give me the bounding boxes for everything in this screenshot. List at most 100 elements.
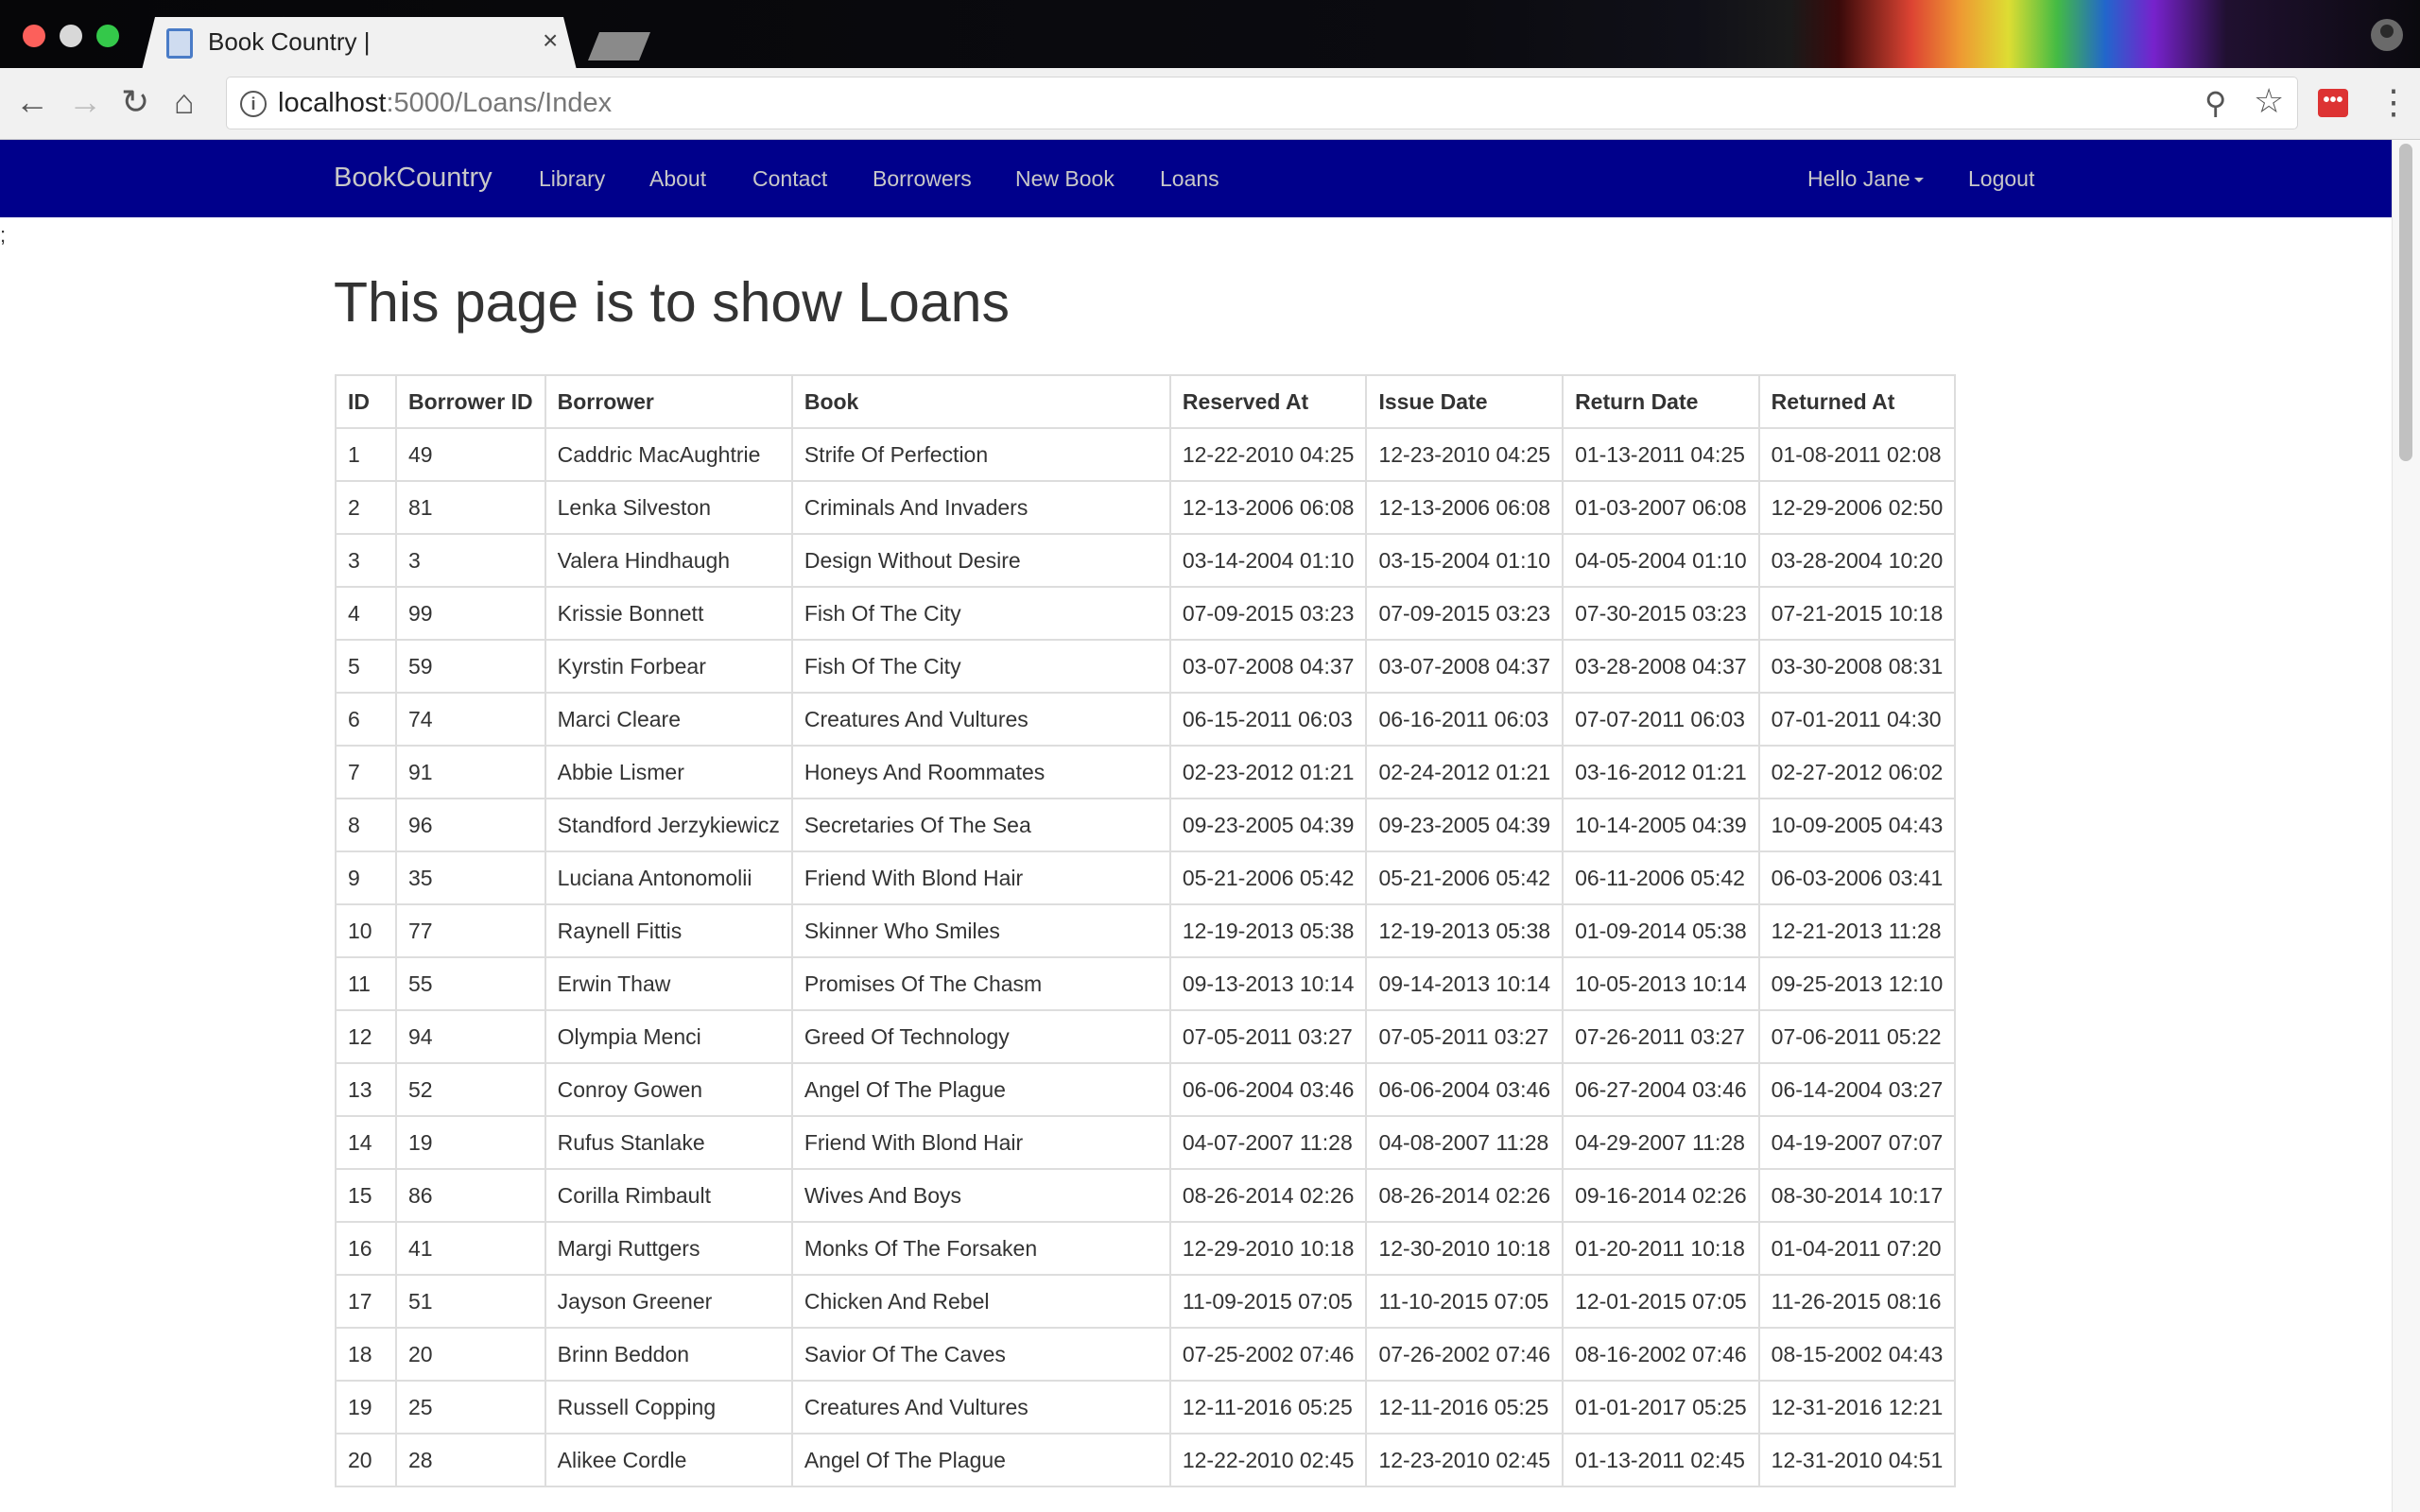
table-cell: 04-05-2004 01:10 <box>1562 533 1760 588</box>
table-cell: 91 <box>395 745 546 799</box>
table-cell: Brinn Beddon <box>544 1327 793 1382</box>
table-cell: 05-21-2006 05:42 <box>1168 850 1368 905</box>
table-cell: 01-01-2017 05:25 <box>1562 1380 1760 1435</box>
table-cell: Angel Of The Plague <box>790 1433 1171 1487</box>
table-cell: 12-19-2013 05:38 <box>1365 903 1564 958</box>
site-info-icon[interactable]: i <box>240 91 267 117</box>
table-cell: 3 <box>335 533 397 588</box>
zoom-icon[interactable]: ⚲ <box>2204 85 2226 121</box>
table-row: 1 49 Caddric MacAughtrie Strife Of Perfecti… <box>335 427 1957 482</box>
table-cell: Angel Of The Plague <box>790 1062 1171 1117</box>
table-cell: 12-23-2010 04:25 <box>1365 427 1564 482</box>
table-cell: 19 <box>395 1115 546 1170</box>
table-cell: 01-20-2011 10:18 <box>1562 1221 1760 1276</box>
table-cell: 07-09-2015 03:23 <box>1365 586 1564 641</box>
table-cell: Russell Copping <box>544 1380 793 1435</box>
table-cell: Wives And Boys <box>790 1168 1171 1223</box>
page-title: This page is to show Loans <box>334 271 1010 334</box>
table-cell: Krissie Bonnett <box>544 586 793 641</box>
close-window-button[interactable] <box>23 25 45 47</box>
user-menu-dropdown[interactable]: Hello Jane <box>1807 166 1924 192</box>
table-row: 13 52 Conroy Gowen Angel Of The Plague 06-06… <box>335 1062 1957 1117</box>
table-cell: 04-19-2007 07:07 <box>1757 1115 1957 1170</box>
extension-icon[interactable]: ••• <box>2318 89 2348 117</box>
table-cell: 12-29-2010 10:18 <box>1168 1221 1368 1276</box>
table-cell: 77 <box>395 903 546 958</box>
table-cell: 03-28-2004 10:20 <box>1757 533 1957 588</box>
column-header: Borrower ID <box>395 374 546 429</box>
table-cell: 08-26-2014 02:26 <box>1365 1168 1564 1223</box>
table-row: 14 19 Rufus Stanlake Friend With Blond Hair… <box>335 1115 1957 1170</box>
table-cell: 02-23-2012 01:21 <box>1168 745 1368 799</box>
scrollbar-thumb[interactable] <box>2399 144 2412 461</box>
table-cell: 12-19-2013 05:38 <box>1168 903 1368 958</box>
browser-menu-icon[interactable]: ⋮ <box>2377 83 2411 121</box>
table-cell: 35 <box>395 850 546 905</box>
table-cell: 74 <box>395 692 546 747</box>
tab-title: Book Country | <box>208 27 371 56</box>
home-icon[interactable]: ⌂ <box>174 81 195 123</box>
tab-close-icon[interactable]: × <box>543 26 558 56</box>
profile-icon[interactable] <box>2371 19 2403 51</box>
table-row: 11 55 Erwin Thaw Promises Of The Chasm 09-13… <box>335 956 1957 1011</box>
table-row: 4 99 Krissie Bonnett Fish Of The City 07-09-… <box>335 586 1957 641</box>
table-row: 10 77 Raynell Fittis Skinner Who Smiles 12-1… <box>335 903 1957 958</box>
table-cell: 16 <box>335 1221 397 1276</box>
site-navbar: BookCountry Library About Contact Borrow… <box>0 140 2392 217</box>
back-arrow-icon[interactable]: ← <box>15 81 49 123</box>
nav-link-new-book[interactable]: New Book <box>1015 166 1115 192</box>
table-cell: 06-16-2011 06:03 <box>1365 692 1564 747</box>
table-cell: 6 <box>335 692 397 747</box>
table-cell: Creatures And Vultures <box>790 1380 1171 1435</box>
table-cell: Skinner Who Smiles <box>790 903 1171 958</box>
table-cell: 12-11-2016 05:25 <box>1168 1380 1368 1435</box>
table-cell: 06-11-2006 05:42 <box>1562 850 1760 905</box>
table-cell: Alikee Cordle <box>544 1433 793 1487</box>
table-row: 12 94 Olympia Menci Greed Of Technology 07-0… <box>335 1009 1957 1064</box>
nav-link-loans[interactable]: Loans <box>1160 166 1219 192</box>
bookmark-star-icon[interactable]: ☆ <box>2254 81 2284 121</box>
table-cell: Friend With Blond Hair <box>790 850 1171 905</box>
table-cell: Conroy Gowen <box>544 1062 793 1117</box>
table-cell: 12-31-2016 12:21 <box>1757 1380 1957 1435</box>
table-cell: 12-23-2010 02:45 <box>1365 1433 1564 1487</box>
table-row: 7 91 Abbie Lismer Honeys And Roommates 02-23… <box>335 745 1957 799</box>
table-cell: 10-05-2013 10:14 <box>1562 956 1760 1011</box>
logout-link[interactable]: Logout <box>1968 166 2034 192</box>
nav-link-contact[interactable]: Contact <box>752 166 827 192</box>
brand-link[interactable]: BookCountry <box>334 163 493 194</box>
table-cell: 51 <box>395 1274 546 1329</box>
table-cell: 01-04-2011 07:20 <box>1757 1221 1957 1276</box>
reload-icon[interactable]: ↻ <box>121 81 149 123</box>
table-cell: 11-09-2015 07:05 <box>1168 1274 1368 1329</box>
table-cell: 12-22-2010 04:25 <box>1168 427 1368 482</box>
table-cell: 11-26-2015 08:16 <box>1757 1274 1957 1329</box>
table-cell: 12-30-2010 10:18 <box>1365 1221 1564 1276</box>
nav-link-library[interactable]: Library <box>539 166 605 192</box>
nav-link-borrowers[interactable]: Borrowers <box>873 166 972 192</box>
table-cell: 08-16-2002 07:46 <box>1562 1327 1760 1382</box>
table-row: 2 81 Lenka Silveston Criminals And Invaders… <box>335 480 1957 535</box>
url-host: localhost <box>278 88 387 118</box>
table-cell: Chicken And Rebel <box>790 1274 1171 1329</box>
minimize-window-button[interactable] <box>60 25 82 47</box>
table-cell: 41 <box>395 1221 546 1276</box>
column-header: Returned At <box>1757 374 1957 429</box>
table-cell: 52 <box>395 1062 546 1117</box>
table-cell: 01-13-2011 02:45 <box>1562 1433 1760 1487</box>
url-text[interactable]: localhost:5000/Loans/Index <box>278 88 612 119</box>
maximize-window-button[interactable] <box>96 25 119 47</box>
forward-arrow-icon[interactable]: → <box>68 81 102 123</box>
table-cell: 14 <box>335 1115 397 1170</box>
table-cell: 49 <box>395 427 546 482</box>
nav-link-about[interactable]: About <box>649 166 706 192</box>
table-cell: 1 <box>335 427 397 482</box>
table-cell: 86 <box>395 1168 546 1223</box>
table-cell: 3 <box>395 533 546 588</box>
table-cell: 07-25-2002 07:46 <box>1168 1327 1368 1382</box>
table-cell: 07-05-2011 03:27 <box>1168 1009 1368 1064</box>
table-cell: 59 <box>395 639 546 694</box>
table-body: 1 49 Caddric MacAughtrie Strife Of Perfecti… <box>335 427 1957 1487</box>
table-cell: Kyrstin Forbear <box>544 639 793 694</box>
table-cell: 03-30-2008 08:31 <box>1757 639 1957 694</box>
